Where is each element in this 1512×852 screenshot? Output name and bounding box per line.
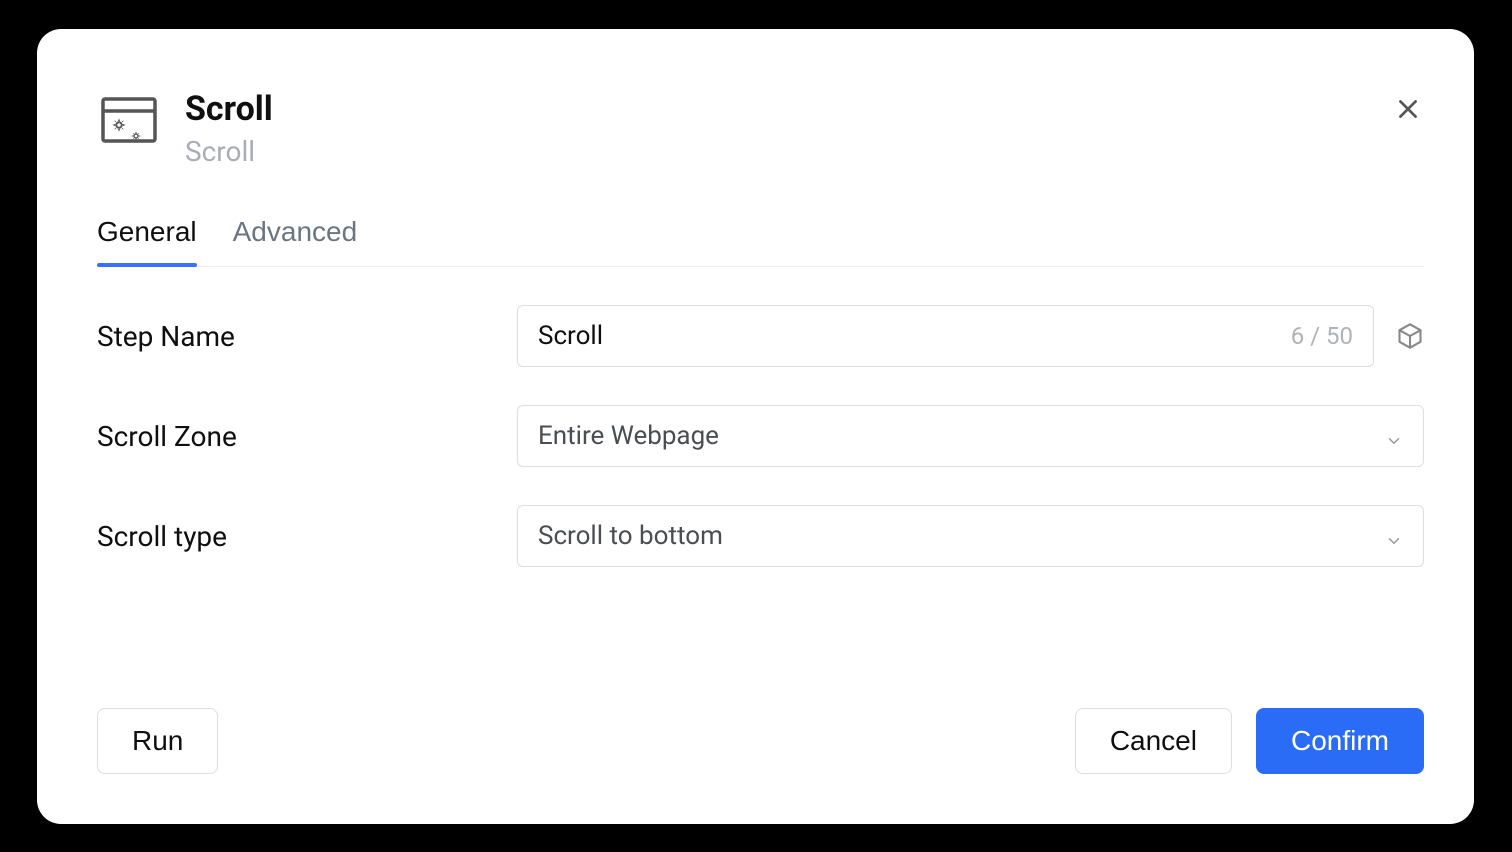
step-name-input-wrap: Scroll 6 / 50 [517, 305, 1424, 367]
step-name-counter: 6 / 50 [1291, 322, 1353, 350]
tabs: General Advanced [97, 216, 1424, 267]
footer-right: Cancel Confirm [1075, 708, 1424, 774]
row-scroll-type: Scroll type Scroll to bottom [97, 505, 1424, 567]
close-icon [1395, 96, 1421, 125]
step-name-value: Scroll [538, 321, 603, 351]
label-scroll-zone: Scroll Zone [97, 420, 517, 453]
browser-settings-icon [97, 89, 161, 153]
scroll-type-wrap: Scroll to bottom [517, 505, 1424, 567]
scroll-config-modal: Scroll Scroll General Advanced Step Name… [37, 29, 1474, 824]
header-text: Scroll Scroll [185, 89, 273, 168]
modal-header: Scroll Scroll [97, 89, 1424, 168]
cancel-button[interactable]: Cancel [1075, 708, 1232, 774]
scroll-zone-wrap: Entire Webpage [517, 405, 1424, 467]
variable-cube-icon[interactable] [1396, 322, 1424, 350]
modal-subtitle: Scroll [185, 135, 273, 168]
scroll-zone-value: Entire Webpage [538, 421, 719, 451]
run-button[interactable]: Run [97, 708, 218, 774]
chevron-down-icon [1385, 427, 1403, 445]
step-name-input[interactable]: Scroll 6 / 50 [517, 305, 1374, 367]
chevron-down-icon [1385, 527, 1403, 545]
modal-title: Scroll [185, 89, 273, 129]
label-scroll-type: Scroll type [97, 520, 517, 553]
scroll-type-select[interactable]: Scroll to bottom [517, 505, 1424, 567]
row-scroll-zone: Scroll Zone Entire Webpage [97, 405, 1424, 467]
label-step-name: Step Name [97, 320, 517, 353]
row-step-name: Step Name Scroll 6 / 50 [97, 305, 1424, 367]
form-body: Step Name Scroll 6 / 50 Scroll Zone [97, 305, 1424, 567]
confirm-button[interactable]: Confirm [1256, 708, 1424, 774]
modal-footer: Run Cancel Confirm [97, 708, 1424, 774]
tab-general[interactable]: General [97, 216, 197, 266]
close-button[interactable] [1392, 94, 1424, 126]
scroll-type-value: Scroll to bottom [538, 521, 723, 551]
tab-advanced[interactable]: Advanced [233, 216, 358, 266]
scroll-zone-select[interactable]: Entire Webpage [517, 405, 1424, 467]
